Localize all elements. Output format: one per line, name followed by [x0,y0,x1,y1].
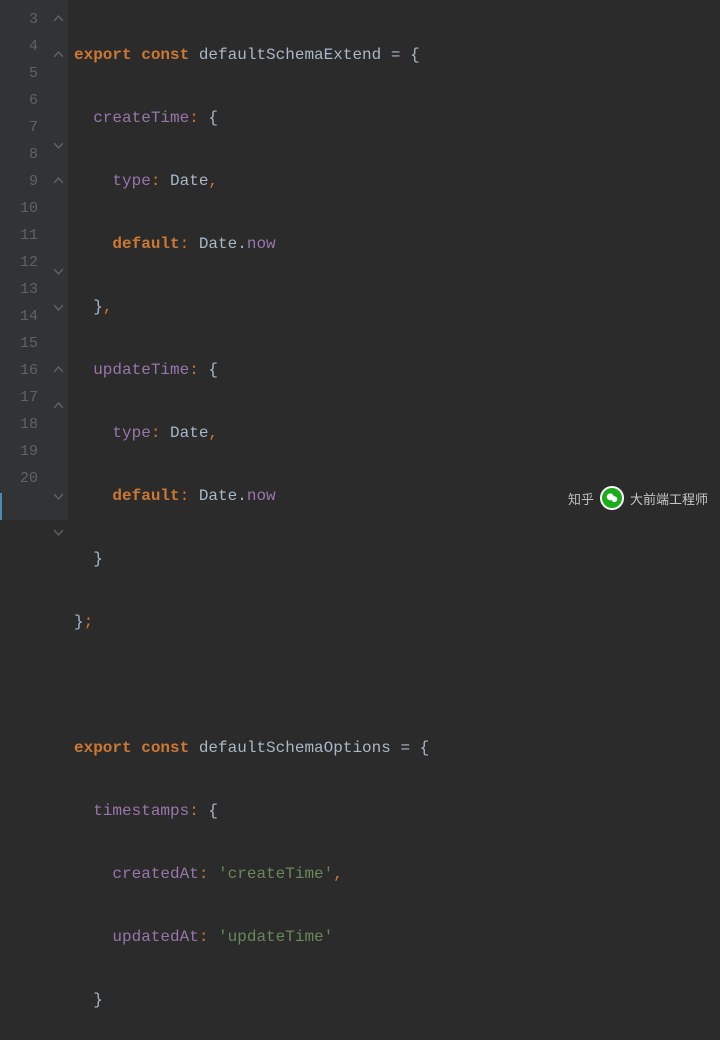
line-number: 20 [0,465,48,492]
line-number: 16 [0,357,48,384]
line-number: 11 [0,222,48,249]
fold-guide-icon [48,456,68,483]
line-number: 19 [0,438,48,465]
line-number: 17 [0,384,48,411]
watermark: 知乎 大前端工程师 [568,486,708,510]
line-number: 5 [0,60,48,87]
code-line: default: Date.now [74,231,720,258]
code-line: } [74,987,720,1014]
fold-guide-icon [48,78,68,105]
code-line: updateTime: { [74,357,720,384]
code-line: updatedAt: 'updateTime' [74,924,720,951]
code-line: createTime: { [74,105,720,132]
fold-open-icon[interactable] [48,15,68,42]
line-number: 7 [0,114,48,141]
code-area[interactable]: export const defaultSchemaExtend = { cre… [68,0,720,520]
fold-close-icon[interactable] [48,141,68,168]
line-number: 15 [0,330,48,357]
fold-guide-icon [48,429,68,456]
fold-close-icon[interactable] [48,267,68,294]
code-line [74,672,720,699]
code-line: }, [74,294,720,321]
fold-guide-icon [48,330,68,357]
fold-guide-icon [48,105,68,132]
line-number: 9 [0,168,48,195]
fold-open-icon[interactable] [48,177,68,204]
watermark-brand: 知乎 [568,489,594,508]
line-number: 12 [0,249,48,276]
line-number: 3 [0,6,48,33]
fold-open-icon[interactable] [48,402,68,429]
fold-close-icon[interactable] [48,528,68,555]
wechat-icon [600,486,624,510]
code-line: type: Date, [74,420,720,447]
code-line: timestamps: { [74,798,720,825]
line-number: 10 [0,195,48,222]
code-line: export const defaultSchemaOptions = { [74,735,720,762]
fold-open-icon[interactable] [48,51,68,78]
fold-close-icon[interactable] [48,492,68,519]
line-number: 18 [0,411,48,438]
fold-guide-icon [48,231,68,258]
fold-open-icon[interactable] [48,366,68,393]
fold-gutter [48,0,68,520]
line-number: 6 [0,87,48,114]
code-line: createdAt: 'createTime', [74,861,720,888]
fold-guide-icon [48,204,68,231]
line-number: 4 [0,33,48,60]
caret-indicator [0,493,2,520]
line-number: 13 [0,276,48,303]
watermark-author: 大前端工程师 [630,489,708,508]
line-number: 14 [0,303,48,330]
code-line: } [74,546,720,573]
fold-close-icon[interactable] [48,303,68,330]
code-editor[interactable]: 3 4 5 6 7 8 9 10 11 12 13 14 15 16 17 18… [0,0,720,520]
code-line: export const defaultSchemaExtend = { [74,42,720,69]
code-line: }; [74,609,720,636]
line-number: 8 [0,141,48,168]
line-number-gutter: 3 4 5 6 7 8 9 10 11 12 13 14 15 16 17 18… [0,0,48,520]
code-line: type: Date, [74,168,720,195]
fold-guide-icon [48,555,68,582]
